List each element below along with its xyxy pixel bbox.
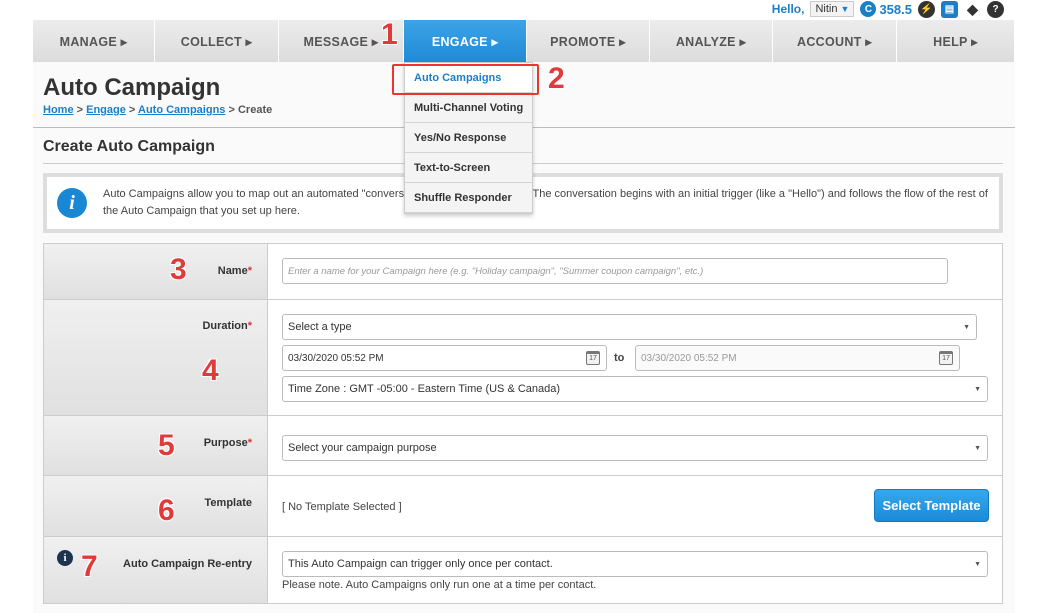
breadcrumb-current: Create <box>237 104 273 116</box>
duration-label: Duration* <box>44 300 268 415</box>
name-field-cell: Enter a name for your Campaign here (e.g… <box>268 244 1002 299</box>
duration-type-select[interactable]: Select a type ▼ <box>282 314 977 340</box>
reentry-label-text: Auto Campaign Re-entry <box>123 558 252 570</box>
reentry-select[interactable]: This Auto Campaign can trigger only once… <box>282 551 988 577</box>
purpose-select[interactable]: Select your campaign purpose ▼ <box>282 435 988 461</box>
chevron-down-icon: ▼ <box>963 324 970 331</box>
timezone-select[interactable]: Time Zone : GMT -05:00 - Eastern Time (U… <box>282 376 988 402</box>
annotation-7: 7 <box>81 550 98 583</box>
to-label: to <box>614 352 625 364</box>
name-input[interactable]: Enter a name for your Campaign here (e.g… <box>282 258 948 284</box>
reentry-value: This Auto Campaign can trigger only once… <box>288 558 553 570</box>
template-label-text: Template <box>204 497 252 509</box>
end-date-input[interactable]: 03/30/2020 05:52 PM 17 <box>635 345 960 371</box>
chevron-down-icon: ▼ <box>840 4 850 14</box>
annotation-4: 4 <box>202 354 219 387</box>
nav-analyze[interactable]: ANALYZE ▸ <box>650 20 773 62</box>
template-value: [ No Template Selected ] <box>282 501 402 513</box>
annotation-5: 5 <box>158 429 175 462</box>
template-field-cell: [ No Template Selected ] Select Template <box>268 476 1002 536</box>
section-title: Create Auto Campaign <box>43 138 215 155</box>
breadcrumb-home[interactable]: Home <box>43 104 74 116</box>
menu-item-yes-no-response[interactable]: Yes/No Response <box>405 123 532 153</box>
annotation-1: 1 <box>381 18 398 51</box>
help-icon[interactable]: ? <box>987 0 1004 18</box>
calendar-icon[interactable]: 17 <box>586 351 600 365</box>
purpose-value: Select your campaign purpose <box>288 442 437 454</box>
chevron-down-icon: ▼ <box>974 445 981 452</box>
select-template-button[interactable]: Select Template <box>874 489 989 522</box>
credit-icon: C <box>860 1 877 17</box>
campaign-form: Name* Enter a name for your Campaign her… <box>43 243 1003 604</box>
info-icon[interactable]: i <box>57 550 73 566</box>
start-date-value: 03/30/2020 05:52 PM <box>288 352 384 364</box>
calendar-icon[interactable]: 17 <box>939 351 953 365</box>
purpose-row: Purpose* Select your campaign purpose ▼ <box>44 416 1002 476</box>
highlight-box <box>392 64 539 95</box>
breadcrumb-sep: > <box>128 104 136 116</box>
info-icon: i <box>57 188 87 218</box>
name-row: Name* Enter a name for your Campaign her… <box>44 244 1002 300</box>
inbox-icon[interactable]: ▤ <box>941 0 958 18</box>
page-title: Auto Campaign <box>43 74 221 101</box>
nav-promote[interactable]: PROMOTE ▸ <box>527 20 650 62</box>
start-date-input[interactable]: 03/30/2020 05:52 PM 17 <box>282 345 607 371</box>
credit-value: 358.5 <box>879 1 912 17</box>
breadcrumb-sep: > <box>228 104 235 116</box>
chevron-down-icon: ▼ <box>974 386 981 393</box>
nav-engage[interactable]: ENGAGE ▸ <box>404 20 527 62</box>
bolt-icon[interactable]: ⚡ <box>918 0 935 18</box>
reentry-label: i Auto Campaign Re-entry <box>44 537 268 603</box>
reentry-field-cell: This Auto Campaign can trigger only once… <box>268 537 1002 603</box>
nav-account[interactable]: ACCOUNT ▸ <box>773 20 897 62</box>
required-mark: * <box>247 437 252 449</box>
end-date-value: 03/30/2020 05:52 PM <box>641 352 737 364</box>
top-bar: Hello, Nitin ▼ C 358.5 ⚡ ▤ ◆ ? <box>772 0 1004 18</box>
required-mark: * <box>247 320 252 332</box>
purpose-label-text: Purpose <box>203 437 248 449</box>
info-text: Auto Campaigns allow you to map out an a… <box>103 188 988 217</box>
breadcrumb-sep: > <box>76 104 84 116</box>
menu-item-shuffle-responder[interactable]: Shuffle Responder <box>405 183 532 213</box>
purpose-field-cell: Select your campaign purpose ▼ <box>268 416 1002 475</box>
name-label-text: Name <box>217 265 248 277</box>
nav-help[interactable]: HELP ▸ <box>897 20 1015 62</box>
annotation-3: 3 <box>170 253 187 286</box>
menu-item-multi-channel-voting[interactable]: Multi-Channel Voting <box>405 93 532 123</box>
nav-manage[interactable]: MANAGE ▸ <box>33 20 155 62</box>
duration-row: Duration* Select a type ▼ 03/30/2020 05:5… <box>44 300 1002 416</box>
user-name: Nitin <box>815 3 838 15</box>
graduation-cap-icon[interactable]: ◆ <box>964 1 981 18</box>
duration-label-text: Duration <box>202 320 248 332</box>
breadcrumb: Home > Engage > Auto Campaigns > Create <box>43 104 272 116</box>
annotation-6: 6 <box>158 494 175 527</box>
nav-collect[interactable]: COLLECT ▸ <box>155 20 279 62</box>
breadcrumb-engage[interactable]: Engage <box>86 104 126 116</box>
template-row: Template [ No Template Selected ] Select… <box>44 476 1002 537</box>
purpose-label: Purpose* <box>44 416 268 475</box>
main-nav: MANAGE ▸ COLLECT ▸ MESSAGE ▸ ENGAGE ▸ PR… <box>33 20 1015 62</box>
timezone-value: Time Zone : GMT -05:00 - Eastern Time (U… <box>288 383 561 395</box>
menu-item-text-to-screen[interactable]: Text-to-Screen <box>405 153 532 183</box>
duration-field-cell: Select a type ▼ 03/30/2020 05:52 PM 17 to … <box>268 300 1002 415</box>
reentry-row: i Auto Campaign Re-entry This Auto Campa… <box>44 537 1002 603</box>
template-label: Template <box>44 476 268 536</box>
credit-balance[interactable]: C 358.5 <box>860 1 912 17</box>
greeting: Hello, <box>771 2 805 16</box>
required-mark: * <box>247 265 252 277</box>
reentry-note: Please note. Auto Campaigns only run one… <box>282 579 597 591</box>
annotation-2: 2 <box>548 62 565 95</box>
chevron-down-icon: ▼ <box>974 561 981 568</box>
duration-type-value: Select a type <box>288 321 352 333</box>
user-dropdown[interactable]: Nitin ▼ <box>810 1 855 17</box>
name-label: Name* <box>44 244 268 299</box>
breadcrumb-auto-campaigns[interactable]: Auto Campaigns <box>138 104 225 116</box>
